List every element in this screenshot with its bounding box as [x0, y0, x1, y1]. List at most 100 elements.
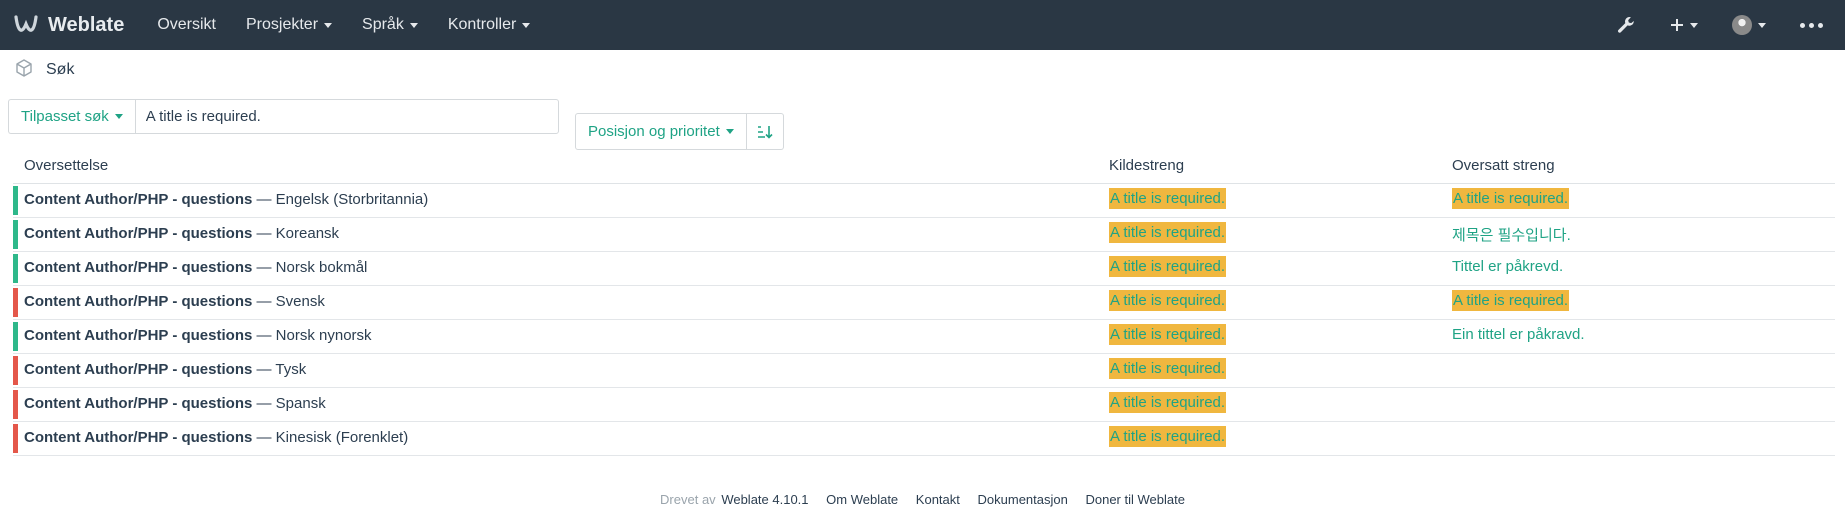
sort-controls: Posisjon og prioritet: [575, 113, 784, 150]
source-cell: A title is required.: [1109, 358, 1227, 379]
nav-languages-label: Språk: [362, 16, 404, 33]
table-row[interactable]: Content Author/PHP - questions — Svensk A…: [13, 286, 1835, 320]
target-cell: Ein tittel er påkravd.: [1452, 326, 1585, 343]
nav-overview-label: Oversikt: [157, 16, 216, 33]
language-name: Tysk: [275, 361, 307, 378]
translation-cell[interactable]: Content Author/PHP - questions — Norsk n…: [24, 327, 372, 344]
target-cell: A title is required.: [1452, 290, 1570, 311]
component-name: Content Author/PHP - questions: [24, 191, 253, 208]
breadcrumb: Søk: [0, 50, 1845, 90]
chevron-down-icon: [409, 22, 418, 28]
translation-cell[interactable]: Content Author/PHP - questions — Norsk b…: [24, 259, 367, 276]
translation-cell[interactable]: Content Author/PHP - questions — Svensk: [24, 293, 325, 310]
language-name: Engelsk (Storbritannia): [275, 191, 429, 208]
target-cell: 제목은 필수입니다.: [1452, 224, 1571, 245]
status-bar: [13, 424, 18, 453]
chevron-down-icon: [725, 129, 734, 134]
sort-direction-button[interactable]: [746, 113, 784, 150]
search-input[interactable]: [134, 99, 559, 134]
sort-order-dropdown[interactable]: Posisjon og prioritet: [575, 113, 747, 150]
footer-donate-link[interactable]: Doner til Weblate: [1085, 492, 1184, 507]
target-string[interactable]: Tittel er påkrevd.: [1452, 258, 1563, 275]
footer-contact-link[interactable]: Kontakt: [916, 492, 960, 507]
source-string[interactable]: A title is required.: [1109, 392, 1227, 413]
wrench-icon[interactable]: [1616, 15, 1636, 35]
table-row[interactable]: Content Author/PHP - questions — Kinesis…: [13, 422, 1835, 456]
status-bar: [13, 322, 18, 351]
language-name: Norsk bokmål: [275, 259, 368, 276]
translation-cell[interactable]: Content Author/PHP - questions — Kinesis…: [24, 429, 408, 446]
nav-checks-dropdown[interactable]: Kontroller: [447, 16, 531, 34]
footer-version-link[interactable]: Weblate 4.10.1: [721, 492, 808, 507]
nav-checks-label: Kontroller: [447, 16, 517, 33]
component-name: Content Author/PHP - questions: [24, 259, 253, 276]
component-name: Content Author/PHP - questions: [24, 361, 253, 378]
translation-cell[interactable]: Content Author/PHP - questions — Koreans…: [24, 225, 339, 242]
table-row[interactable]: Content Author/PHP - questions — Norsk n…: [13, 320, 1835, 354]
target-string[interactable]: A title is required.: [1452, 290, 1570, 311]
translation-cell[interactable]: Content Author/PHP - questions — Spansk: [24, 395, 326, 412]
footer-powered-by: Drevet av: [660, 492, 716, 507]
source-string[interactable]: A title is required.: [1109, 222, 1227, 243]
table-row[interactable]: Content Author/PHP - questions — Spansk A…: [13, 388, 1835, 422]
breadcrumb-label: Søk: [46, 61, 75, 78]
chevron-down-icon: [522, 22, 531, 28]
results-table: Oversettelse Kildestreng Oversatt streng…: [13, 152, 1835, 456]
target-string[interactable]: 제목은 필수입니다.: [1452, 227, 1571, 244]
more-icon[interactable]: [1800, 22, 1823, 28]
status-bar: [13, 220, 18, 249]
table-row[interactable]: Content Author/PHP - questions — Koreans…: [13, 218, 1835, 252]
table-row[interactable]: Content Author/PHP - questions — Tysk A t…: [13, 354, 1835, 388]
user-menu-dropdown[interactable]: [1732, 15, 1766, 35]
table-body: Content Author/PHP - questions — Engelsk…: [13, 184, 1835, 456]
source-cell: A title is required.: [1109, 324, 1227, 345]
cube-icon: [14, 58, 34, 83]
search-mode-dropdown[interactable]: Tilpasset søk: [8, 99, 135, 134]
search-toolbar: Tilpasset søk Posisjon og prioritet: [0, 90, 1845, 160]
translation-cell[interactable]: Content Author/PHP - questions — Tysk: [24, 361, 306, 378]
target-cell: Tittel er påkrevd.: [1452, 258, 1563, 275]
source-string[interactable]: A title is required.: [1109, 188, 1227, 209]
source-string[interactable]: A title is required.: [1109, 324, 1227, 345]
sort-order-label: Posisjon og prioritet: [588, 123, 720, 140]
add-menu-dropdown[interactable]: [1670, 18, 1698, 32]
status-bar: [13, 186, 18, 215]
footer: Drevet av Weblate 4.10.1 Om Weblate Kont…: [0, 492, 1845, 507]
nav-right-tools: [1616, 15, 1833, 35]
table-header: Oversettelse Kildestreng Oversatt streng: [13, 152, 1835, 184]
language-name: Svensk: [275, 293, 325, 310]
table-row[interactable]: Content Author/PHP - questions — Norsk b…: [13, 252, 1835, 286]
language-name: Koreansk: [275, 225, 340, 242]
component-name: Content Author/PHP - questions: [24, 225, 253, 242]
target-cell: A title is required.: [1452, 188, 1570, 209]
brand[interactable]: Weblate: [12, 11, 124, 39]
header-target: Oversatt streng: [1452, 157, 1555, 174]
footer-docs-link[interactable]: Dokumentasjon: [978, 492, 1068, 507]
nav-projects-label: Prosjekter: [246, 16, 319, 33]
table-row[interactable]: Content Author/PHP - questions — Engelsk…: [13, 184, 1835, 218]
source-cell: A title is required.: [1109, 256, 1227, 277]
source-cell: A title is required.: [1109, 290, 1227, 311]
nav-overview[interactable]: Oversikt: [157, 16, 216, 34]
language-name: Spansk: [275, 395, 326, 412]
source-string[interactable]: A title is required.: [1109, 358, 1227, 379]
nav-languages-dropdown[interactable]: Språk: [362, 16, 418, 34]
source-string[interactable]: A title is required.: [1109, 426, 1227, 447]
chevron-down-icon: [1690, 22, 1698, 28]
sort-direction-icon: [757, 125, 773, 139]
source-cell: A title is required.: [1109, 426, 1227, 447]
target-string[interactable]: A title is required.: [1452, 188, 1570, 209]
header-source: Kildestreng: [1109, 157, 1185, 174]
source-string[interactable]: A title is required.: [1109, 256, 1227, 277]
source-cell: A title is required.: [1109, 188, 1227, 209]
footer-about-link[interactable]: Om Weblate: [826, 492, 898, 507]
status-bar: [13, 390, 18, 419]
target-string[interactable]: Ein tittel er påkravd.: [1452, 326, 1585, 343]
source-cell: A title is required.: [1109, 222, 1227, 243]
status-bar: [13, 356, 18, 385]
header-translation: Oversettelse: [24, 157, 109, 174]
plus-icon: [1671, 19, 1683, 31]
translation-cell[interactable]: Content Author/PHP - questions — Engelsk…: [24, 191, 428, 208]
source-string[interactable]: A title is required.: [1109, 290, 1227, 311]
nav-projects-dropdown[interactable]: Prosjekter: [246, 16, 333, 34]
